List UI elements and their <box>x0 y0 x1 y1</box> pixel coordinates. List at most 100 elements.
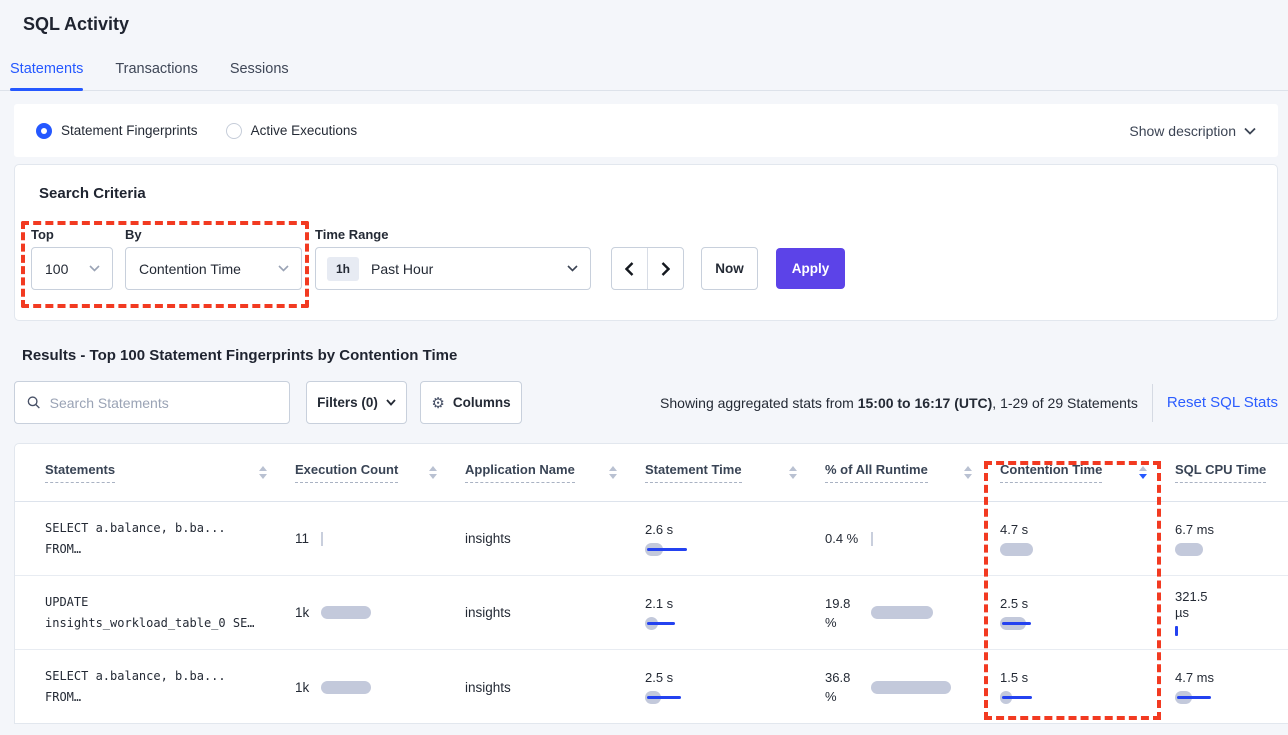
search-criteria-panel: Search Criteria Top 100 By Contention Ti… <box>14 164 1278 321</box>
filters-button[interactable]: Filters (0) <box>306 381 407 424</box>
execution-count-bar <box>321 532 323 546</box>
contention-bar-line <box>1002 696 1032 699</box>
filters-label: Filters (0) <box>317 395 378 410</box>
runtime-pct-bar <box>871 606 933 619</box>
time-bar-line <box>647 622 675 625</box>
sort-icon[interactable] <box>789 466 797 479</box>
radio-statement-fingerprints[interactable]: Statement Fingerprints <box>36 123 198 139</box>
execution-count-bar <box>321 681 371 694</box>
tab-statements[interactable]: Statements <box>10 61 83 90</box>
tab-bar: Statements Transactions Sessions <box>0 61 1288 91</box>
radio-active-executions[interactable]: Active Executions <box>226 123 358 139</box>
chevron-down-icon <box>386 399 396 406</box>
table-row[interactable]: UPDATEinsights_workload_table_0 SE… 1k i… <box>15 576 1288 650</box>
page-title: SQL Activity <box>0 0 1288 35</box>
reset-sql-stats-link[interactable]: Reset SQL Stats <box>1167 394 1278 411</box>
previous-range-button[interactable] <box>612 248 648 289</box>
radio-selected-icon[interactable] <box>36 123 52 139</box>
runtime-pct-bar <box>871 532 873 546</box>
column-header-statements[interactable]: Statements <box>45 462 295 483</box>
cpu-bar <box>1175 543 1203 556</box>
runtime-pct-cell: 19.8% <box>825 594 1000 632</box>
by-select[interactable]: Contention Time <box>125 247 302 290</box>
time-range-select[interactable]: 1h Past Hour <box>315 247 591 290</box>
top-label: Top <box>31 227 54 242</box>
time-bar-line <box>647 696 681 699</box>
contention-time-cell: 4.7 s <box>1000 522 1175 556</box>
column-header-statement-time[interactable]: Statement Time <box>645 462 825 483</box>
sort-icon[interactable] <box>609 466 617 479</box>
runtime-pct-cell: 0.4 % <box>825 529 1000 548</box>
table-header-row: Statements Execution Count Application N… <box>15 444 1288 502</box>
column-header-contention-time[interactable]: Contention Time <box>1000 462 1175 483</box>
execution-count-bar <box>321 606 371 619</box>
sort-desc-active-icon[interactable] <box>1139 466 1147 479</box>
sort-icon[interactable] <box>964 466 972 479</box>
chevron-left-icon <box>625 262 634 276</box>
results-toolbar: Filters (0) ⚙ Columns Showing aggregated… <box>14 381 1278 424</box>
sql-cpu-time-cell: 321.5µs <box>1175 589 1288 636</box>
application-name-cell: insights <box>465 680 645 695</box>
contention-bar-line <box>1002 622 1031 625</box>
search-icon <box>27 395 41 410</box>
chevron-down-icon <box>567 265 578 272</box>
column-header-sql-cpu-time[interactable]: SQL CPU Time <box>1175 462 1288 483</box>
search-statements-box[interactable] <box>14 381 290 424</box>
tab-sessions[interactable]: Sessions <box>230 61 289 90</box>
sort-icon[interactable] <box>429 466 437 479</box>
chevron-right-icon <box>661 262 670 276</box>
chevron-down-icon <box>278 265 289 272</box>
sort-icon[interactable] <box>259 466 267 479</box>
cpu-bar-line <box>1177 696 1211 699</box>
show-description-toggle[interactable]: Show description <box>1129 123 1256 139</box>
columns-button[interactable]: ⚙ Columns <box>420 381 522 424</box>
sql-cpu-time-cell: 4.7 ms <box>1175 670 1288 704</box>
column-header-runtime-pct[interactable]: % of All Runtime <box>825 462 1000 483</box>
table-row[interactable]: SELECT a.balance, b.ba...FROM… 11 insigh… <box>15 502 1288 576</box>
application-name-cell: insights <box>465 531 645 546</box>
search-statements-input[interactable] <box>50 395 277 411</box>
runtime-pct-bar <box>871 681 951 694</box>
view-mode-strip: Statement Fingerprints Active Executions… <box>14 104 1278 157</box>
radio-unselected-icon[interactable] <box>226 123 242 139</box>
top-select[interactable]: 100 <box>31 247 113 290</box>
statement-fingerprint[interactable]: UPDATEinsights_workload_table_0 SE… <box>45 592 295 634</box>
stats-time-range: 15:00 to 16:17 (UTC) <box>858 395 993 411</box>
now-button[interactable]: Now <box>701 247 758 290</box>
application-name-cell: insights <box>465 605 645 620</box>
tab-transactions[interactable]: Transactions <box>115 61 197 90</box>
cpu-bar <box>1175 626 1178 636</box>
contention-bar <box>1000 543 1033 556</box>
chevron-down-icon <box>89 265 100 272</box>
apply-button[interactable]: Apply <box>776 248 845 289</box>
statement-time-cell: 2.5 s <box>645 670 825 704</box>
contention-time-cell: 1.5 s <box>1000 670 1175 704</box>
execution-count-cell: 1k <box>295 605 465 620</box>
by-select-value: Contention Time <box>139 261 241 277</box>
columns-label: Columns <box>453 395 511 410</box>
time-range-label: Time Range <box>315 227 388 242</box>
gear-icon: ⚙ <box>431 394 444 412</box>
statement-time-cell: 2.6 s <box>645 522 825 556</box>
time-range-stepper <box>611 247 684 290</box>
statement-fingerprint[interactable]: SELECT a.balance, b.ba...FROM… <box>45 666 295 708</box>
execution-count-cell: 11 <box>295 531 465 546</box>
aggregated-stats-text: Showing aggregated stats from 15:00 to 1… <box>660 395 1138 411</box>
contention-time-cell: 2.5 s <box>1000 596 1175 630</box>
statement-fingerprint[interactable]: SELECT a.balance, b.ba...FROM… <box>45 518 295 560</box>
chevron-down-icon <box>1244 127 1256 135</box>
runtime-pct-cell: 36.8% <box>825 668 1000 706</box>
search-criteria-heading: Search Criteria <box>39 185 146 202</box>
statement-time-cell: 2.1 s <box>645 596 825 630</box>
column-header-execution-count[interactable]: Execution Count <box>295 462 465 483</box>
top-select-value: 100 <box>45 261 68 277</box>
execution-count-cell: 1k <box>295 680 465 695</box>
results-heading: Results - Top 100 Statement Fingerprints… <box>22 347 1288 364</box>
sql-cpu-time-cell: 6.7 ms <box>1175 522 1288 556</box>
time-range-value: Past Hour <box>371 261 433 277</box>
table-row[interactable]: SELECT a.balance, b.ba...FROM… 1k insigh… <box>15 650 1288 724</box>
radio-label: Active Executions <box>251 123 358 138</box>
next-range-button[interactable] <box>648 248 683 289</box>
radio-label: Statement Fingerprints <box>61 123 198 138</box>
column-header-application-name[interactable]: Application Name <box>465 462 645 483</box>
